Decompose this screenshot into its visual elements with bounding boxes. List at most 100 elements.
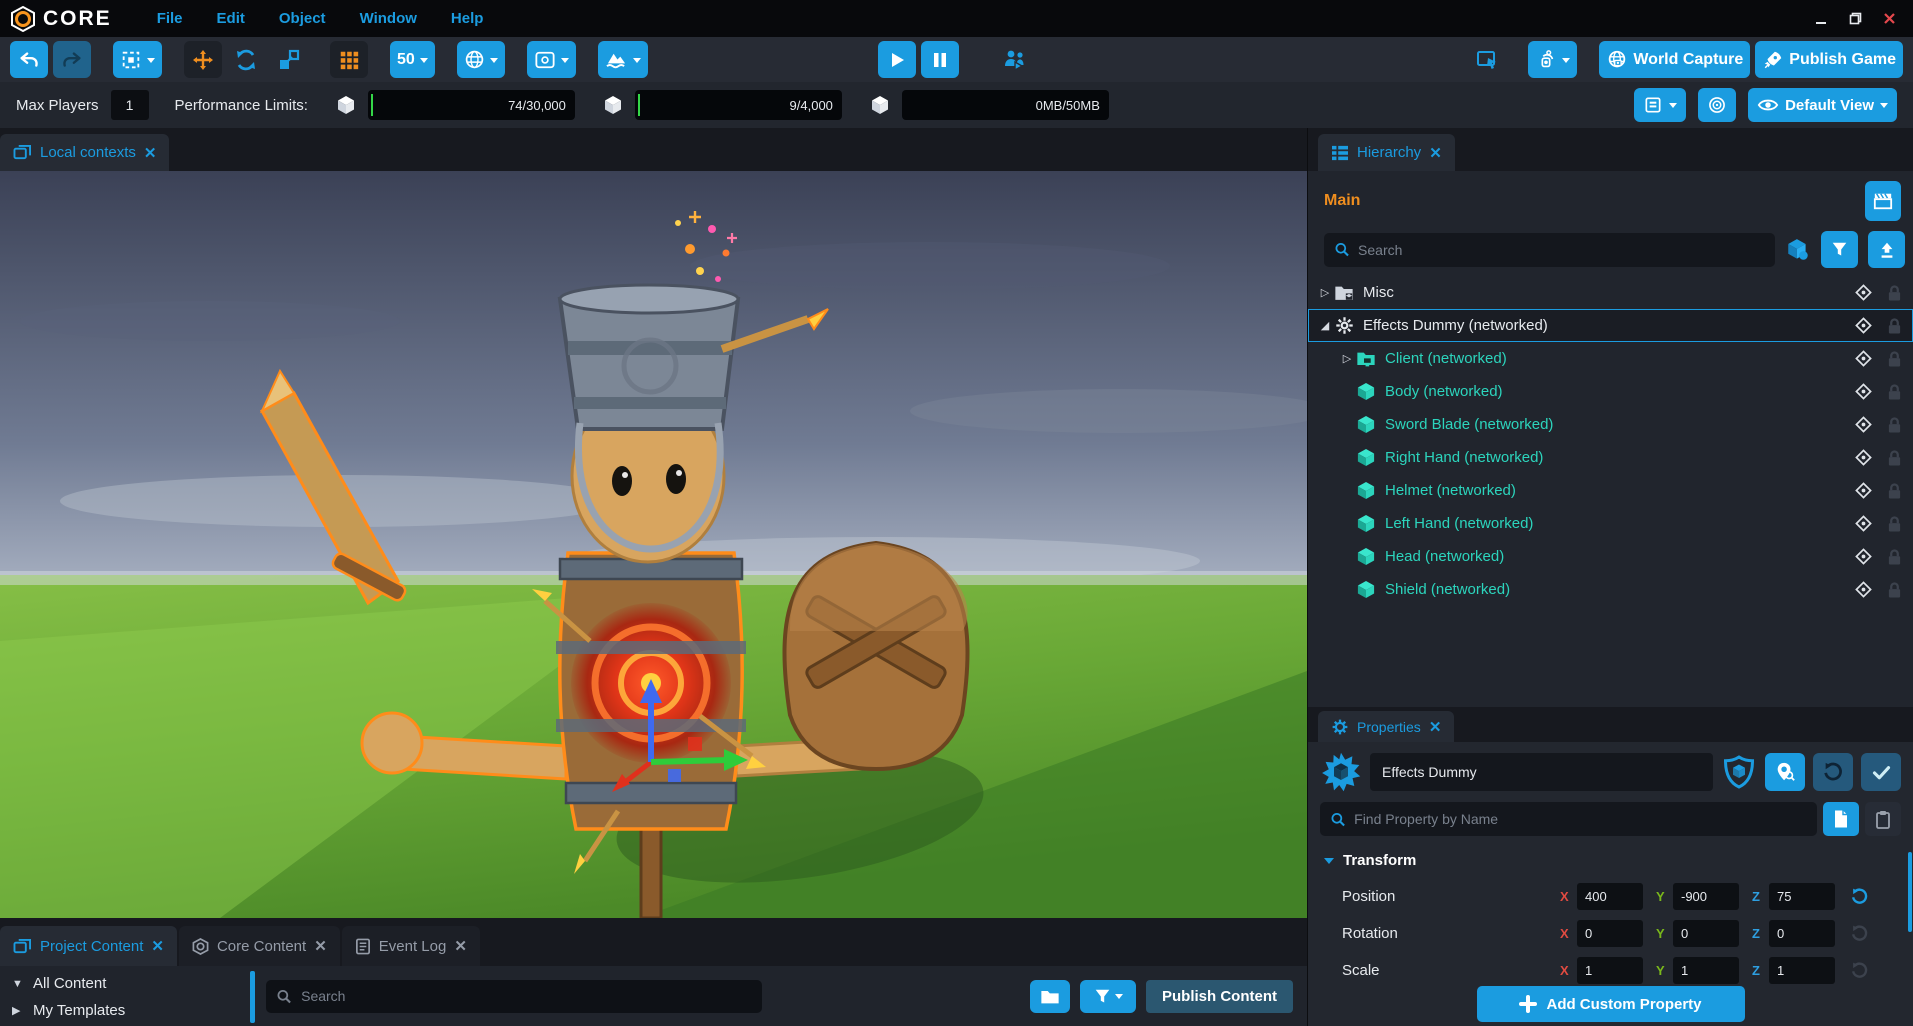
help-target-button[interactable] — [1698, 88, 1736, 122]
grid-snap-button[interactable] — [330, 41, 368, 78]
visibility-eye-icon[interactable] — [1854, 349, 1873, 368]
close-tab-icon[interactable]: ✕ — [1429, 718, 1442, 736]
lock-icon[interactable] — [1887, 548, 1902, 566]
collapse-all-button[interactable] — [1868, 231, 1905, 268]
axis-z-value[interactable]: 75 — [1769, 883, 1835, 910]
move-tool-button[interactable] — [184, 41, 222, 78]
visibility-eye-icon[interactable] — [1854, 283, 1873, 302]
close-tab-icon[interactable]: ✕ — [151, 937, 164, 955]
menu-item[interactable]: Help — [434, 10, 501, 27]
select-mode-button[interactable] — [113, 41, 162, 78]
world-capture-button[interactable]: World Capture — [1599, 41, 1750, 78]
pause-button[interactable] — [921, 41, 959, 78]
hierarchy-row[interactable]: ▷ Client (networked) — [1308, 342, 1913, 375]
network-context-icon[interactable] — [1721, 754, 1757, 790]
content-tree-scrollbar[interactable] — [250, 971, 255, 1023]
terrain-dropdown[interactable] — [598, 41, 648, 78]
hierarchy-row[interactable]: Head (networked) — [1308, 540, 1913, 573]
axis-y-value[interactable]: -900 — [1673, 883, 1739, 910]
add-custom-property-button[interactable]: Add Custom Property — [1477, 986, 1745, 1022]
hierarchy-filter-button[interactable] — [1821, 231, 1858, 268]
properties-scrollbar[interactable] — [1908, 852, 1912, 932]
close-tab-icon[interactable]: ✕ — [454, 937, 467, 955]
close-tab-icon[interactable]: ✕ — [1429, 144, 1442, 162]
hierarchy-row[interactable]: ◢ Effects Dummy (networked) — [1308, 309, 1913, 342]
minimize-button[interactable] — [1807, 7, 1835, 31]
undo-button[interactable] — [10, 41, 48, 78]
close-button[interactable] — [1875, 7, 1903, 31]
lock-icon[interactable] — [1887, 317, 1902, 335]
transform-section-header[interactable]: Transform — [1320, 842, 1901, 878]
property-search-input[interactable] — [1354, 811, 1807, 827]
content-tab[interactable]: Project Content ✕ — [0, 926, 177, 966]
hierarchy-row[interactable]: Shield (networked) — [1308, 573, 1913, 606]
close-tab-icon[interactable]: ✕ — [314, 937, 327, 955]
lock-icon[interactable] — [1887, 383, 1902, 401]
hierarchy-row[interactable]: Helmet (networked) — [1308, 474, 1913, 507]
axis-y-value[interactable]: 1 — [1673, 957, 1739, 984]
visibility-eye-icon[interactable] — [1854, 514, 1873, 533]
hierarchy-row[interactable]: Sword Blade (networked) — [1308, 408, 1913, 441]
save-dropdown[interactable] — [1634, 88, 1686, 122]
expand-caret-icon[interactable]: ▶ — [12, 1004, 24, 1017]
max-players-input[interactable] — [111, 90, 149, 120]
visibility-eye-icon[interactable] — [1854, 448, 1873, 467]
tab-hierarchy[interactable]: Hierarchy ✕ — [1318, 134, 1455, 171]
axis-z-value[interactable]: 1 — [1769, 957, 1835, 984]
tab-local-contexts[interactable]: Local contexts ✕ — [0, 134, 169, 171]
content-tab[interactable]: Event Log ✕ — [342, 926, 480, 966]
menu-item[interactable]: Window — [343, 10, 434, 27]
hierarchy-row[interactable]: ▷ Misc — [1308, 276, 1913, 309]
paste-properties-button[interactable] — [1865, 802, 1901, 836]
content-tree-row[interactable]: ▼ All Content — [0, 970, 248, 997]
menu-item[interactable]: File — [140, 10, 200, 27]
reset-row-button[interactable] — [1850, 961, 1869, 980]
pointer-preview-button[interactable] — [1468, 41, 1506, 78]
multiplayer-preview-button[interactable] — [995, 41, 1035, 78]
default-view-dropdown[interactable]: Default View — [1748, 88, 1897, 122]
menu-item[interactable]: Object — [262, 10, 343, 27]
apply-changes-button[interactable] — [1861, 753, 1901, 791]
world-settings-dropdown[interactable] — [457, 41, 505, 78]
close-tab-icon[interactable]: ✕ — [144, 144, 157, 162]
hierarchy-row[interactable]: Body (networked) — [1308, 375, 1913, 408]
restore-button[interactable] — [1841, 7, 1869, 31]
find-asset-icon[interactable] — [1785, 237, 1811, 263]
axis-z-value[interactable]: 0 — [1769, 920, 1835, 947]
content-tab[interactable]: Core Content ✕ — [179, 926, 340, 966]
hierarchy-row[interactable]: Right Hand (networked) — [1308, 441, 1913, 474]
content-filter-dropdown[interactable] — [1080, 980, 1136, 1013]
scale-tool-button[interactable] — [270, 41, 308, 78]
camera-capture-dropdown[interactable] — [1528, 41, 1577, 78]
publish-game-button[interactable]: Publish Game — [1755, 41, 1903, 78]
lock-icon[interactable] — [1887, 449, 1902, 467]
copy-properties-button[interactable] — [1823, 802, 1859, 836]
hierarchy-search-input[interactable] — [1358, 242, 1765, 258]
viewport-3d-scene[interactable] — [0, 171, 1307, 918]
content-search-input[interactable] — [301, 988, 752, 1004]
visibility-eye-icon[interactable] — [1854, 415, 1873, 434]
content-tree-row[interactable]: ▶ My Templates — [0, 997, 248, 1024]
reset-row-button[interactable] — [1850, 887, 1869, 906]
visibility-eye-icon[interactable] — [1854, 481, 1873, 500]
lock-icon[interactable] — [1887, 284, 1902, 302]
grid-size-dropdown[interactable]: 50 — [390, 41, 435, 78]
tab-properties[interactable]: Properties ✕ — [1318, 711, 1454, 742]
expand-caret-icon[interactable]: ▼ — [12, 978, 24, 990]
scene-settings-button[interactable] — [1865, 181, 1901, 221]
axis-y-value[interactable]: 0 — [1673, 920, 1739, 947]
lock-icon[interactable] — [1887, 482, 1902, 500]
rotate-tool-button[interactable] — [227, 41, 265, 78]
visibility-eye-icon[interactable] — [1854, 547, 1873, 566]
screenshot-dropdown[interactable] — [527, 41, 576, 78]
publish-content-button[interactable]: Publish Content — [1146, 980, 1293, 1013]
import-content-button[interactable] — [1030, 980, 1070, 1013]
object-name-input[interactable] — [1370, 753, 1713, 791]
axis-x-value[interactable]: 1 — [1577, 957, 1643, 984]
visibility-eye-icon[interactable] — [1854, 382, 1873, 401]
reset-row-button[interactable] — [1850, 924, 1869, 943]
visibility-eye-icon[interactable] — [1854, 580, 1873, 599]
menu-item[interactable]: Edit — [200, 10, 262, 27]
play-button[interactable] — [878, 41, 916, 78]
hierarchy-row[interactable]: Left Hand (networked) — [1308, 507, 1913, 540]
